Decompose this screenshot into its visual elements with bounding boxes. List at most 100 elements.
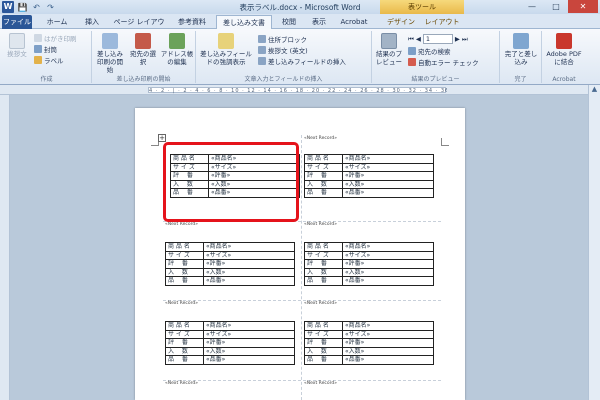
tab-review[interactable]: 校閲 — [276, 15, 302, 29]
merge-field[interactable]: «商品名» — [342, 242, 434, 252]
label-cell[interactable]: «Next Record» — [165, 381, 303, 387]
merge-field[interactable]: «品番» — [203, 355, 295, 365]
tab-home[interactable]: ホーム — [40, 15, 74, 29]
greeting-line-button[interactable]: 挨拶文 (英文) — [258, 45, 308, 55]
tab-acrobat[interactable]: Acrobat — [336, 15, 372, 29]
tab-mailings[interactable]: 差し込み文書 — [216, 15, 272, 29]
tab-layout[interactable]: レイアウト — [422, 15, 462, 29]
merge-field[interactable]: «入数» — [342, 179, 434, 189]
insert-field-button[interactable]: 差し込みフィールドの挿入 — [258, 56, 346, 66]
select-recipients-button[interactable]: 宛先の選択 — [128, 33, 158, 66]
highlight-fields-button[interactable]: 差し込みフィールドの強調表示 — [198, 33, 254, 66]
vertical-scrollbar[interactable]: ▲ — [588, 85, 600, 400]
auto-check-button[interactable]: 自動エラー チェック — [408, 57, 479, 67]
label-table: 商 品 名 «商品名» サ イ ズ «サイズ» 評 番 «評番» 入 数 «入数» 品 … — [304, 321, 434, 365]
merge-field[interactable]: «評番» — [342, 338, 434, 348]
merge-field[interactable]: «サイズ» — [203, 250, 295, 260]
next-record-field[interactable]: «Next Record» — [304, 381, 442, 387]
ribbon: 挨拶文 はがき印刷 封筒 ラベル 作成 差し込み印刷の開始 宛先の選択 アドレス… — [0, 29, 600, 85]
recipients-icon — [135, 33, 151, 49]
group-create: 挨拶文 はがき印刷 封筒 ラベル 作成 — [2, 31, 92, 83]
edit-recipients-button[interactable]: アドレス帳の編集 — [160, 33, 194, 66]
word-app-icon[interactable]: W — [2, 1, 14, 13]
merge-field[interactable]: «入数» — [342, 267, 434, 277]
record-number-input[interactable]: 1 — [422, 34, 453, 44]
finish-merge-button[interactable]: 完了と差し込み — [502, 33, 540, 66]
tab-view[interactable]: 表示 — [306, 15, 332, 29]
tab-insert[interactable]: 挿入 — [78, 15, 106, 29]
next-record-icon[interactable]: ▶ — [455, 35, 460, 43]
table-move-handle-icon[interactable]: + — [158, 134, 166, 142]
scroll-up-icon[interactable]: ▲ — [589, 85, 600, 97]
horizontal-ruler[interactable]: 4 · 2 · | · 2 · 4 · 6 · 8 · 10 · 12 · 14… — [0, 85, 600, 95]
merge-field[interactable]: «入数» — [342, 346, 434, 356]
label-cell[interactable]: «Next Record» 商 品 名 «商品名» サ イ ズ «サイズ» 評 番 «… — [165, 222, 303, 286]
minimize-button[interactable]: — — [520, 0, 544, 13]
merge-field[interactable]: «評番» — [203, 338, 295, 348]
merge-field[interactable]: «品番» — [342, 276, 434, 286]
address-block-button[interactable]: 住所ブロック — [258, 34, 307, 44]
tab-references[interactable]: 参考資料 — [172, 15, 212, 29]
ruler-marks: 4 · 2 · | · 2 · 4 · 6 · 8 · 10 · 12 · 14… — [149, 88, 447, 94]
merge-field[interactable]: «入数» — [203, 346, 295, 356]
window-controls: — □ ✕ — [520, 0, 598, 13]
redo-icon[interactable]: ↷ — [45, 2, 56, 13]
undo-icon[interactable]: ↶ — [31, 2, 42, 13]
next-record-field[interactable]: «Next Record» — [165, 381, 303, 387]
find-recipient-button[interactable]: 宛先の検索 — [408, 46, 451, 56]
merge-field[interactable]: «評番» — [342, 259, 434, 269]
vertical-ruler[interactable] — [0, 95, 10, 400]
adobe-pdf-icon — [556, 33, 572, 49]
group-finish: 完了と差し込み 完了 — [500, 31, 542, 83]
merge-field[interactable]: «品番» — [203, 276, 295, 286]
merge-field[interactable]: «商品名» — [203, 321, 295, 331]
label-cell[interactable]: «Next Record» — [304, 381, 442, 387]
prev-record-icon[interactable]: ◀ — [416, 35, 421, 43]
save-icon[interactable]: 💾 — [17, 2, 28, 13]
tab-page-layout[interactable]: ページ レイアウト — [110, 15, 168, 40]
postcard-icon — [34, 34, 42, 42]
field-name: サ イ ズ — [165, 250, 204, 260]
first-record-icon[interactable]: ⏮ — [408, 35, 414, 44]
close-button[interactable]: ✕ — [568, 0, 598, 13]
merge-field[interactable]: «サイズ» — [203, 329, 295, 339]
group-preview-label: 結果のプレビュー — [411, 76, 460, 83]
merge-field[interactable]: «品番» — [342, 188, 434, 198]
merge-field[interactable]: «商品名» — [203, 242, 295, 252]
tab-file[interactable]: ファイル — [2, 15, 32, 29]
adobe-merge-button[interactable]: Adobe PDF に結合 — [544, 33, 584, 66]
field-name: 品 番 — [304, 355, 343, 365]
label-cell[interactable]: «Next Record» 商 品 名 «商品名» サ イ ズ «サイズ» 評 番 «… — [304, 222, 442, 286]
group-acrobat-label: Acrobat — [552, 76, 576, 83]
finish-icon — [513, 33, 529, 49]
merge-field[interactable]: «評番» — [342, 171, 434, 181]
greeting-button[interactable]: 挨拶文 — [4, 33, 30, 58]
label-cell[interactable]: «Next Record» 商 品 名 «商品名» サ イ ズ «サイズ» 評 番 «… — [304, 301, 442, 365]
field-name: 商 品 名 — [304, 321, 343, 331]
last-record-icon[interactable]: ⏭ — [462, 35, 468, 44]
merge-field[interactable]: «商品名» — [342, 321, 434, 331]
address-book-icon — [169, 33, 185, 49]
preview-results-button[interactable]: 結果のプレビュー — [374, 33, 404, 66]
labels-button[interactable]: ラベル — [34, 55, 64, 65]
postcard-button[interactable]: はがき印刷 — [34, 33, 77, 43]
group-start-label: 差し込み印刷の開始 — [116, 76, 171, 83]
envelope-button[interactable]: 封筒 — [34, 44, 57, 54]
tab-design[interactable]: デザイン — [384, 15, 418, 29]
label-cell[interactable]: «Next Record» 商 品 名 «商品名» サ イ ズ «サイズ» 評 番 «… — [304, 136, 442, 198]
field-name: 入 数 — [304, 267, 343, 277]
mail-icon — [34, 45, 42, 53]
merge-field[interactable]: «サイズ» — [342, 250, 434, 260]
merge-field[interactable]: «品番» — [342, 355, 434, 365]
start-merge-button[interactable]: 差し込み印刷の開始 — [94, 33, 126, 74]
field-name: 入 数 — [304, 179, 343, 189]
merge-field[interactable]: «サイズ» — [342, 162, 434, 172]
field-name: 評 番 — [304, 259, 343, 269]
maximize-button[interactable]: □ — [544, 0, 568, 13]
merge-field[interactable]: «評番» — [203, 259, 295, 269]
label-cell[interactable]: «Next Record» 商 品 名 «商品名» サ イ ズ «サイズ» 評 番 «… — [165, 301, 303, 365]
merge-field[interactable]: «入数» — [203, 267, 295, 277]
merge-field[interactable]: «サイズ» — [342, 329, 434, 339]
merge-field[interactable]: «商品名» — [342, 154, 434, 164]
field-name: 商 品 名 — [304, 154, 343, 164]
